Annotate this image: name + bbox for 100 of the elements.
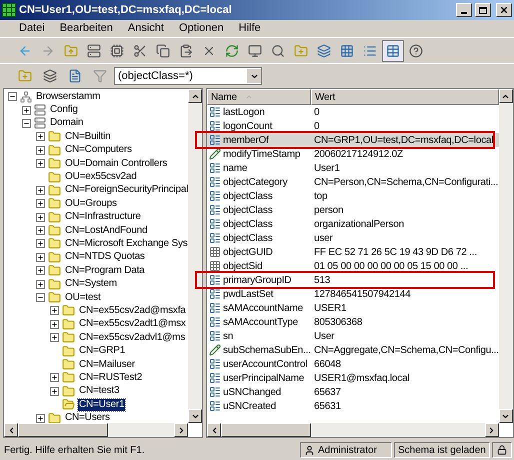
expander-icon[interactable]	[22, 106, 31, 115]
minimize-button[interactable]	[456, 3, 472, 17]
expander-icon[interactable]	[36, 414, 45, 423]
expander-icon[interactable]	[36, 212, 45, 222]
attribute-name[interactable]: primaryGroupID	[207, 273, 311, 287]
attribute-name[interactable]: lastLogon	[207, 105, 311, 119]
expander-icon[interactable]	[36, 226, 45, 236]
attribute-name[interactable]: uSNChanged	[207, 385, 311, 399]
tree-item[interactable]: CN=Mailuser	[78, 358, 136, 370]
filter-dropdown[interactable]: (objectClass=*)	[114, 67, 262, 85]
attribute-name[interactable]: sAMAccountType	[207, 315, 311, 329]
details-view-button[interactable]	[382, 40, 404, 62]
tree-item[interactable]: OU=Groups	[64, 198, 118, 210]
tree-item[interactable]: CN=RUSTest2	[78, 372, 144, 384]
attribute-name[interactable]: objectClass	[207, 231, 311, 245]
expander-icon[interactable]	[36, 293, 45, 302]
tree-item[interactable]: Domain	[49, 117, 84, 130]
attribute-name[interactable]: objectGUID	[207, 245, 311, 259]
expander-icon[interactable]	[50, 320, 59, 329]
tree-item[interactable]: CN=NTDS Quotas	[64, 251, 146, 264]
horizontal-scrollbar[interactable]	[207, 423, 499, 437]
menu-item[interactable]: Hilfe	[234, 20, 266, 37]
attribute-name[interactable]: userPrincipalName	[207, 371, 311, 385]
tree-item[interactable]: CN=User1	[78, 398, 126, 411]
scroll-right-button[interactable]	[484, 423, 499, 437]
tree-item[interactable]: CN=Program Data	[64, 264, 146, 277]
expander-icon[interactable]	[50, 373, 59, 382]
tree-item[interactable]: CN=Users	[64, 412, 111, 423]
filter-icon	[93, 69, 107, 83]
tree-item[interactable]: OU=ex55csv2ad	[64, 171, 138, 184]
attribute-name[interactable]: objectClass	[207, 203, 311, 217]
close-button[interactable]	[496, 3, 512, 17]
vertical-scrollbar[interactable]	[188, 89, 202, 423]
expander-icon[interactable]	[36, 132, 45, 142]
scroll-thumb[interactable]	[221, 423, 311, 437]
expander-icon[interactable]	[8, 92, 17, 102]
tree-item[interactable]: CN=Infrastructure	[64, 211, 142, 224]
horizontal-scrollbar[interactable]	[4, 423, 188, 437]
chip-icon	[110, 44, 124, 58]
menu-item[interactable]: Ansicht	[122, 20, 169, 37]
expander-icon[interactable]	[22, 118, 31, 128]
menu-item[interactable]: Datei	[14, 20, 50, 37]
maximize-button[interactable]	[475, 3, 491, 17]
tree-item[interactable]: CN=ex55csv2adt1@msx	[78, 318, 187, 330]
expander-icon[interactable]	[36, 146, 45, 155]
attribute-name[interactable]: objectSid	[207, 259, 311, 273]
attribute-name[interactable]: subSchemaSubEn...	[207, 343, 311, 357]
menu-item[interactable]: Optionen	[174, 20, 229, 37]
attribute-name[interactable]: userAccountControl	[207, 357, 311, 371]
expander-icon[interactable]	[50, 306, 59, 316]
tree-item[interactable]: CN=GRP1	[78, 345, 126, 358]
close-icon	[499, 5, 509, 15]
scroll-up-button[interactable]	[188, 89, 202, 103]
attribute-name[interactable]: modifyTimeStamp	[207, 147, 311, 161]
scroll-left-button[interactable]	[207, 423, 221, 437]
tree-item[interactable]: Config	[49, 104, 79, 116]
tree-item[interactable]: Browserstamm	[35, 90, 102, 103]
tree-item[interactable]: CN=ForeignSecurityPrincipal	[64, 184, 188, 196]
expander-icon[interactable]	[50, 333, 59, 342]
tree-item[interactable]: CN=Computers	[64, 144, 133, 156]
scroll-right-button[interactable]	[174, 423, 188, 437]
expander-icon[interactable]	[36, 239, 45, 248]
vertical-scrollbar[interactable]	[498, 89, 513, 423]
attribute-name[interactable]: uSNCreated	[207, 399, 311, 413]
scroll-left-button[interactable]	[4, 423, 18, 437]
attribute-name[interactable]: memberOf	[207, 133, 311, 147]
folder-icon	[62, 331, 75, 344]
tree-item[interactable]: CN=LostAndFound	[64, 224, 148, 237]
attribute-name[interactable]: objectCategory	[207, 175, 311, 189]
tree-item[interactable]: OU=Domain Controllers	[64, 158, 168, 170]
expander-icon[interactable]	[36, 266, 45, 276]
tree-item[interactable]: CN=test3	[78, 385, 120, 398]
scroll-up-button[interactable]	[498, 89, 513, 103]
scroll-down-button[interactable]	[188, 409, 202, 423]
tree-item[interactable]: CN=ex55csv2ad@msxfa	[78, 304, 187, 317]
attribute-name[interactable]: sAMAccountName	[207, 301, 311, 315]
tree-item[interactable]: OU=test	[64, 292, 102, 304]
attribute-name[interactable]: name	[207, 161, 311, 175]
attribute-name[interactable]: pwdLastSet	[207, 287, 311, 301]
expander-icon[interactable]	[36, 159, 45, 168]
tree-item[interactable]: CN=Microsoft Exchange Sys	[64, 238, 188, 250]
tree-item[interactable]: CN=System	[64, 278, 118, 290]
attribute-name[interactable]: sn	[207, 329, 311, 343]
attribute-name[interactable]: logonCount	[207, 119, 311, 133]
scroll-down-button[interactable]	[498, 409, 513, 423]
scroll-thumb[interactable]	[18, 423, 108, 437]
folder-icon	[48, 264, 61, 278]
expander-icon[interactable]	[36, 186, 45, 195]
expander-icon[interactable]	[36, 199, 45, 208]
folder-icon	[48, 197, 61, 210]
attribute-name[interactable]: objectClass	[207, 189, 311, 203]
expander-icon[interactable]	[36, 252, 45, 262]
expander-icon[interactable]	[50, 386, 59, 396]
column-header[interactable]: Wert	[311, 89, 499, 105]
tree-item[interactable]: CN=ex55csv2advl1@ms	[78, 332, 186, 344]
tree-item[interactable]: CN=Builtin	[64, 130, 112, 143]
menu-item[interactable]: Bearbeiten	[54, 20, 118, 37]
expander-icon[interactable]	[36, 280, 45, 289]
column-header[interactable]: Name	[207, 89, 311, 105]
attribute-name[interactable]: objectClass	[207, 217, 311, 231]
